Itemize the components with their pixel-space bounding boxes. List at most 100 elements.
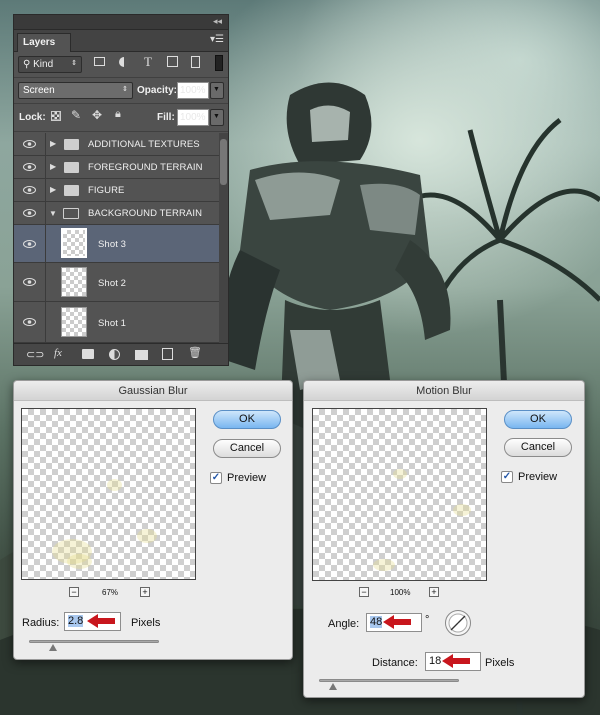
distance-slider-track[interactable] bbox=[319, 679, 459, 682]
motion-blur-dialog: Motion Blur − 100% + OK Cancel ✓ Preview… bbox=[303, 380, 585, 698]
filter-row: ⚲ Kind ⇕ T bbox=[14, 52, 228, 78]
gaussian-blur-dialog: Gaussian Blur − 67% + OK Cancel ✓ Previe… bbox=[13, 380, 293, 660]
opacity-field[interactable]: 100% bbox=[177, 82, 209, 99]
blur-preview[interactable] bbox=[312, 408, 487, 581]
layer-thumbnail bbox=[61, 228, 87, 258]
tab-layers[interactable]: Layers bbox=[17, 33, 71, 52]
blend-mode-dropdown[interactable]: Screen bbox=[18, 82, 133, 99]
angle-value: 48 bbox=[370, 616, 383, 628]
expand-arrow-icon[interactable]: ▶ bbox=[50, 139, 56, 148]
lock-all-icon[interactable]: 🔒︎ bbox=[115, 108, 121, 121]
ok-button[interactable]: OK bbox=[504, 410, 572, 429]
layer-thumbnail bbox=[61, 307, 87, 337]
expand-arrow-icon[interactable]: ▶ bbox=[50, 185, 56, 194]
layer-group-figure[interactable]: ▶ FIGURE bbox=[14, 179, 219, 202]
opacity-dropdown-button[interactable]: ▼ bbox=[210, 82, 224, 99]
lock-transparency-icon[interactable] bbox=[51, 111, 61, 121]
scrollbar-thumb[interactable] bbox=[220, 139, 227, 185]
cancel-button[interactable]: Cancel bbox=[504, 438, 572, 457]
eye-icon bbox=[23, 278, 36, 286]
preview-checkbox[interactable]: ✓ bbox=[210, 472, 222, 484]
panel-titlebar: ◂◂ bbox=[14, 15, 228, 30]
dialog-title: Motion Blur bbox=[304, 381, 584, 401]
folder-icon[interactable] bbox=[135, 350, 148, 360]
annotation-arrow-icon bbox=[87, 614, 115, 628]
blur-preview[interactable] bbox=[21, 408, 196, 580]
image-filter-icon[interactable] bbox=[94, 57, 105, 66]
adjustment-filter-icon[interactable] bbox=[119, 57, 129, 67]
layer-thumbnail bbox=[61, 267, 87, 297]
lock-pixels-icon[interactable]: ✎ bbox=[71, 108, 81, 122]
distance-value: 18 bbox=[429, 655, 442, 667]
panel-menu-icon[interactable]: ▾☰ bbox=[210, 34, 224, 45]
layer-list: ▶ ADDITIONAL TEXTURES ▶ FOREGROUND TERRA… bbox=[14, 133, 219, 343]
adjustment-icon[interactable] bbox=[109, 349, 120, 360]
lock-row: Lock: ✎ ✥ 🔒︎ Fill: 100% ▼ bbox=[14, 104, 228, 132]
filter-toggle[interactable] bbox=[215, 55, 223, 71]
distance-slider-thumb[interactable] bbox=[329, 683, 337, 690]
blend-row: Screen ⇕ Opacity: 100% ▼ bbox=[14, 78, 228, 104]
zoom-level: 67% bbox=[102, 588, 119, 597]
zoom-in-button[interactable]: + bbox=[429, 587, 439, 597]
collapse-arrow-icon[interactable]: ▼ bbox=[49, 209, 57, 218]
eye-icon bbox=[23, 163, 36, 171]
layer-shot-2[interactable]: Shot 2 bbox=[14, 263, 219, 302]
eye-icon bbox=[23, 140, 36, 148]
radius-slider-track[interactable] bbox=[29, 640, 159, 643]
visibility-toggle[interactable] bbox=[14, 133, 46, 155]
shape-filter-icon[interactable] bbox=[167, 56, 178, 67]
layer-group-background-terrain[interactable]: ▼ BACKGROUND TERRAIN bbox=[14, 202, 219, 225]
expand-arrow-icon[interactable]: ▶ bbox=[50, 162, 56, 171]
layer-name: Shot 1 bbox=[98, 318, 127, 329]
layer-group-additional-textures[interactable]: ▶ ADDITIONAL TEXTURES bbox=[14, 133, 219, 156]
smart-object-filter-icon[interactable] bbox=[191, 56, 200, 68]
layer-name: FOREGROUND TERRAIN bbox=[88, 162, 203, 173]
layers-footer: ⊂⊃ fx 🗑︎ bbox=[14, 343, 228, 365]
zoom-out-button[interactable]: − bbox=[69, 587, 79, 597]
radius-unit: Pixels bbox=[131, 617, 161, 629]
distance-label: Distance: bbox=[372, 657, 418, 669]
panel-tab-row: Layers ▾☰ bbox=[14, 30, 228, 52]
layer-scrollbar[interactable] bbox=[219, 133, 228, 343]
layers-panel: ◂◂ Layers ▾☰ ⚲ Kind ⇕ T Screen ⇕ Opacity:… bbox=[13, 14, 229, 366]
new-layer-icon[interactable] bbox=[162, 348, 173, 360]
layer-shot-3[interactable]: Shot 3 bbox=[14, 225, 219, 263]
radius-slider-thumb[interactable] bbox=[49, 644, 57, 651]
zoom-out-button[interactable]: − bbox=[359, 587, 369, 597]
ok-button[interactable]: OK bbox=[213, 410, 281, 429]
degree-symbol: ° bbox=[425, 614, 430, 626]
link-icon[interactable]: ⊂⊃ bbox=[26, 348, 44, 361]
layer-name: BACKGROUND TERRAIN bbox=[88, 208, 203, 219]
open-folder-icon bbox=[63, 208, 79, 219]
layer-name: Shot 2 bbox=[98, 278, 127, 289]
fill-field[interactable]: 100% bbox=[177, 109, 209, 126]
cancel-button[interactable]: Cancel bbox=[213, 439, 281, 458]
kind-filter-dropdown[interactable]: ⚲ Kind ⇕ bbox=[18, 56, 82, 73]
visibility-toggle[interactable] bbox=[14, 179, 46, 201]
visibility-toggle[interactable] bbox=[14, 302, 46, 342]
folder-icon bbox=[64, 139, 79, 150]
visibility-toggle[interactable] bbox=[14, 225, 46, 262]
visibility-toggle[interactable] bbox=[14, 263, 46, 301]
lock-position-icon[interactable]: ✥ bbox=[92, 108, 102, 122]
preview-label: Preview bbox=[518, 471, 558, 483]
visibility-toggle[interactable] bbox=[14, 202, 46, 224]
zoom-in-button[interactable]: + bbox=[140, 587, 150, 597]
type-filter-icon[interactable]: T bbox=[144, 54, 152, 70]
visibility-toggle[interactable] bbox=[14, 156, 46, 178]
layer-name: ADDITIONAL TEXTURES bbox=[88, 139, 200, 150]
layer-group-foreground-terrain[interactable]: ▶ FOREGROUND TERRAIN bbox=[14, 156, 219, 179]
distance-unit: Pixels bbox=[485, 657, 515, 669]
angle-dial[interactable] bbox=[444, 609, 472, 637]
mask-icon[interactable] bbox=[82, 349, 94, 359]
preview-checkbox[interactable]: ✓ bbox=[501, 471, 513, 483]
angle-label: Angle: bbox=[328, 618, 360, 630]
eye-icon bbox=[23, 209, 36, 217]
annotation-arrow-icon bbox=[442, 654, 470, 668]
trash-icon[interactable]: 🗑︎ bbox=[188, 346, 202, 359]
annotation-arrow-icon bbox=[383, 615, 411, 629]
fx-icon[interactable]: fx bbox=[54, 347, 62, 359]
layer-shot-1[interactable]: Shot 1 bbox=[14, 302, 219, 343]
fill-dropdown-button[interactable]: ▼ bbox=[210, 109, 224, 126]
collapse-icon[interactable]: ◂◂ bbox=[213, 16, 222, 27]
